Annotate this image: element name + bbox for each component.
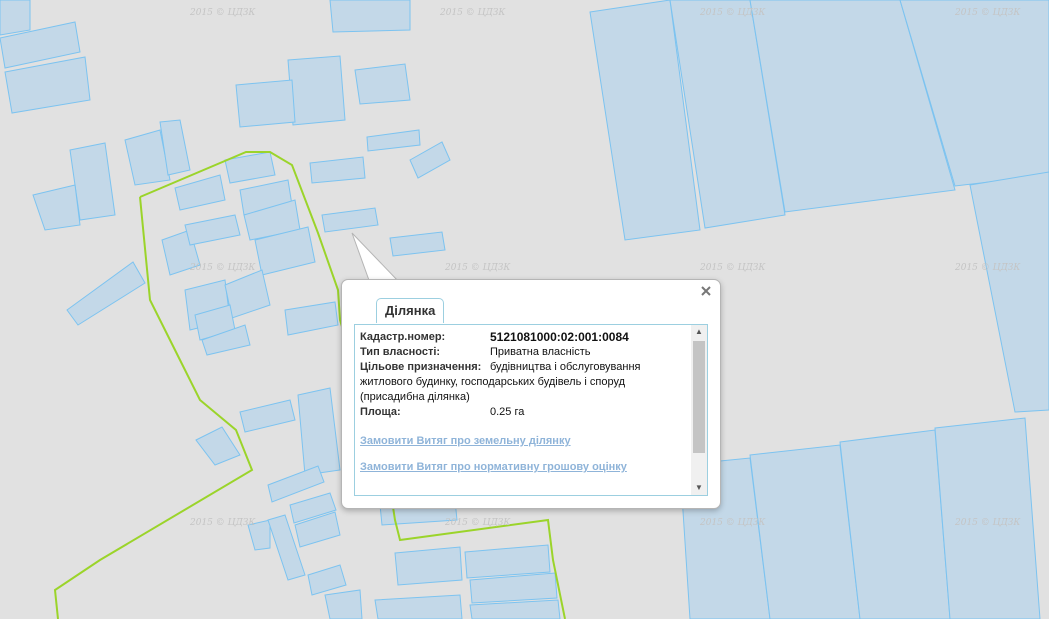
land-parcel[interactable] [32,184,81,231]
land-parcel[interactable] [321,207,379,233]
land-parcel[interactable] [329,0,411,33]
map-watermark: 2015 © ЦДЗК [439,8,506,18]
map-watermark: 2015 © ЦДЗК [444,518,511,528]
field-purpose: Цільове призначення: будівництва і обслу… [360,360,685,375]
land-parcel[interactable] [309,156,366,184]
area-value: 0.25 га [490,406,525,418]
map-watermark: 2015 © ЦДЗК [189,8,256,18]
land-parcel[interactable] [394,546,463,586]
field-label: Кадастр.номер: [360,331,446,343]
map-watermark: 2015 © ЦДЗК [699,518,766,528]
land-parcel[interactable] [287,55,346,126]
purpose-value: будівництва і обслуговування [490,361,641,373]
land-parcel[interactable] [409,141,451,179]
map-watermark: 2015 © ЦДЗК [699,8,766,18]
map-watermark: 2015 © ЦДЗК [189,263,256,273]
field-cadastral-number: Кадастр.номер: 5121081000:02:001:0084 [360,330,685,345]
parcel-details-panel: Кадастр.номер: 5121081000:02:001:0084 Ти… [354,324,708,496]
map-watermark: 2015 © ЦДЗК [954,8,1021,18]
land-parcel[interactable] [195,426,241,466]
map-watermark: 2015 © ЦДЗК [444,263,511,273]
land-parcel[interactable] [235,79,296,128]
field-label: Тип власності: [360,346,441,358]
order-land-extract-link[interactable]: Замовити Витяг про земельну ділянку [360,435,685,447]
land-parcel[interactable] [366,129,421,152]
map-watermark: 2015 © ЦДЗК [189,518,256,528]
land-parcel[interactable] [66,261,146,326]
land-parcel[interactable] [224,269,271,319]
land-parcel[interactable] [969,171,1049,413]
tab-parcel[interactable]: Ділянка [376,298,445,323]
land-parcel[interactable] [239,399,296,433]
map-watermark: 2015 © ЦДЗК [699,263,766,273]
field-area: Площа: 0.25 га [360,405,685,420]
popup-scrollbar[interactable]: ▲ ▼ [691,325,707,495]
scroll-down-icon[interactable]: ▼ [691,481,707,495]
parcel-details: Кадастр.номер: 5121081000:02:001:0084 Ти… [360,330,685,473]
land-parcel[interactable] [389,231,446,257]
ownership-type-value: Приватна власність [490,346,591,358]
land-parcel[interactable] [284,301,339,336]
land-parcel[interactable] [184,214,241,246]
scroll-thumb[interactable] [693,341,705,453]
settlement-boundary-west [53,196,254,619]
land-parcel[interactable] [464,544,551,579]
land-parcel[interactable] [174,174,226,211]
order-valuation-extract-link[interactable]: Замовити Витяг про нормативну грошову оц… [360,461,685,473]
land-parcel[interactable] [324,589,363,619]
map-watermark: 2015 © ЦДЗК [954,263,1021,273]
land-parcel[interactable] [267,465,325,503]
field-label: Цільове призначення: [360,361,482,373]
scroll-up-icon[interactable]: ▲ [691,325,707,339]
land-parcel[interactable] [354,63,411,105]
land-parcel[interactable] [469,599,561,619]
purpose-value-continued: житлового будинку, господарських будівел… [360,376,625,403]
land-parcel[interactable] [374,594,463,619]
land-parcel[interactable] [307,564,347,596]
map-watermark: 2015 © ЦДЗК [954,518,1021,528]
cadastral-number-value: 5121081000:02:001:0084 [490,330,629,344]
close-icon[interactable] [699,284,713,298]
land-parcel[interactable] [0,0,31,36]
land-parcel[interactable] [839,429,951,619]
land-parcel[interactable] [469,572,558,604]
land-parcel[interactable] [297,387,341,476]
parcel-info-popup: Ділянка Кадастр.номер: 5121081000:02:001… [341,279,721,509]
field-ownership-type: Тип власності: Приватна власність [360,345,685,360]
field-label: Площа: [360,406,401,418]
